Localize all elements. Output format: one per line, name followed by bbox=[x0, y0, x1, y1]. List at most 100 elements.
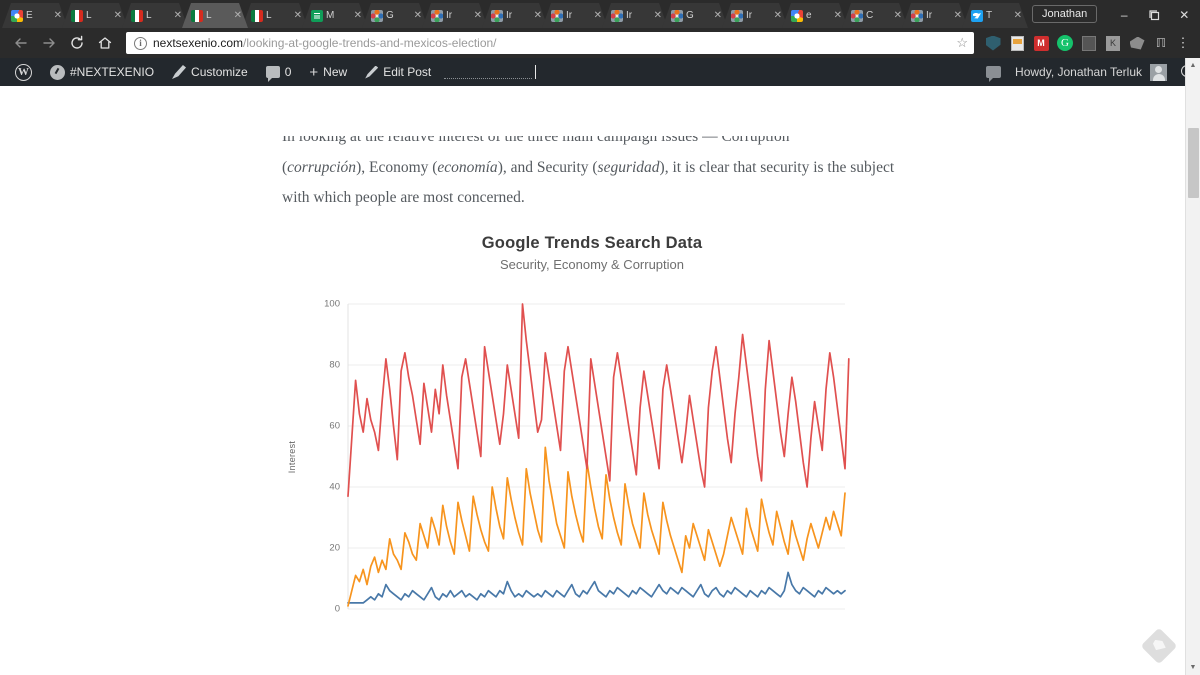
browser-tab[interactable]: Ir ✕ bbox=[902, 3, 968, 28]
close-button[interactable]: ✕ bbox=[1169, 2, 1199, 28]
tab-strip: E ✕ L ✕ L ✕ L ✕ L ✕ M ✕ G ✕ Ir ✕ Ir ✕ Ir ✕ Ir ✕ G ✕ Ir ✕ e ✕ C ✕ Ir ✕ T ✕… bbox=[0, 0, 1200, 28]
chrome-menu-icon[interactable]: ⋮ bbox=[1174, 36, 1192, 49]
paragraph-clipped-top: In looking at the relative interest of t… bbox=[282, 136, 790, 145]
k-extension-icon[interactable]: K bbox=[1102, 32, 1124, 54]
pocket-extension-icon[interactable] bbox=[1126, 32, 1148, 54]
google-favicon bbox=[11, 10, 23, 22]
tab-title: e bbox=[806, 10, 812, 21]
grammarly-extension-icon[interactable]: G bbox=[1054, 32, 1076, 54]
browser-tab[interactable]: M ✕ bbox=[302, 3, 368, 28]
scrollbar-thumb[interactable] bbox=[1188, 128, 1199, 198]
avatar[interactable] bbox=[1150, 63, 1167, 81]
paragraph-intro: (corrupción), Economy (economía), and Se… bbox=[282, 153, 904, 213]
reload-icon[interactable] bbox=[64, 30, 90, 56]
plus-icon: + bbox=[309, 63, 319, 81]
pencil-icon bbox=[365, 65, 379, 79]
new-content-menu[interactable]: + New bbox=[300, 58, 356, 86]
close-icon[interactable]: ✕ bbox=[834, 11, 842, 21]
bookmark-star-icon[interactable]: ☆ bbox=[956, 35, 968, 51]
browser-tab[interactable]: L ✕ bbox=[122, 3, 188, 28]
close-icon[interactable]: ✕ bbox=[354, 11, 362, 21]
series-line-security bbox=[347, 303, 850, 498]
browser-tab[interactable]: L ✕ bbox=[242, 3, 308, 28]
flower-favicon bbox=[911, 10, 923, 22]
browser-tab[interactable]: E ✕ bbox=[2, 3, 68, 28]
brush-icon bbox=[172, 65, 187, 79]
new-label: New bbox=[323, 65, 348, 79]
restore-button[interactable] bbox=[1139, 2, 1169, 28]
close-icon[interactable]: ✕ bbox=[474, 11, 482, 21]
browser-tab[interactable]: Ir ✕ bbox=[602, 3, 668, 28]
tab-title: Ir bbox=[446, 10, 453, 21]
flower-favicon bbox=[851, 10, 863, 22]
google-trends-chart: Google Trends Search Data Security, Econ… bbox=[282, 234, 902, 675]
scroll-up-arrow[interactable]: ▲ bbox=[1186, 58, 1200, 73]
profile-chip[interactable]: Jonathan bbox=[1032, 4, 1098, 23]
feedly-badge-icon[interactable] bbox=[1140, 627, 1178, 665]
close-icon[interactable]: ✕ bbox=[594, 11, 602, 21]
wp-logo-menu[interactable]: W bbox=[6, 58, 41, 86]
flower-favicon bbox=[491, 10, 503, 22]
series-line-corruption bbox=[347, 571, 846, 604]
shield-extension-icon[interactable] bbox=[982, 32, 1004, 54]
browser-tab[interactable]: Ir ✕ bbox=[482, 3, 548, 28]
scroll-down-arrow[interactable]: ▼ bbox=[1186, 660, 1200, 675]
browser-tab[interactable]: G ✕ bbox=[362, 3, 428, 28]
back-icon[interactable] bbox=[8, 30, 34, 56]
raindrop-extension-icon[interactable]: ℿ bbox=[1150, 32, 1172, 54]
mexico-flag-favicon bbox=[191, 10, 203, 22]
site-name-menu[interactable]: #NEXTEXENIO bbox=[41, 58, 163, 86]
tab-title: L bbox=[86, 10, 92, 21]
customize-link[interactable]: Customize bbox=[163, 58, 257, 86]
forward-icon[interactable] bbox=[36, 30, 62, 56]
browser-tab[interactable]: L ✕ bbox=[62, 3, 128, 28]
close-icon[interactable]: ✕ bbox=[654, 11, 662, 21]
m-extension-icon[interactable]: M bbox=[1030, 32, 1052, 54]
close-icon[interactable]: ✕ bbox=[1014, 11, 1022, 21]
twitter-favicon bbox=[971, 10, 983, 22]
close-icon[interactable]: ✕ bbox=[894, 11, 902, 21]
browser-tab[interactable]: G ✕ bbox=[662, 3, 728, 28]
tab-title: C bbox=[866, 10, 874, 21]
close-icon[interactable]: ✕ bbox=[174, 11, 182, 21]
close-icon[interactable]: ✕ bbox=[774, 11, 782, 21]
browser-tab[interactable]: Ir ✕ bbox=[542, 3, 608, 28]
tab-title: Ir bbox=[926, 10, 933, 21]
close-icon[interactable]: ✕ bbox=[414, 11, 422, 21]
tab-title: M bbox=[326, 10, 335, 21]
browser-tab[interactable]: Ir ✕ bbox=[722, 3, 788, 28]
admin-bar-right: Howdy, Jonathan Terluk bbox=[986, 63, 1200, 82]
tab-title: Ir bbox=[626, 10, 633, 21]
color-card-extension-icon[interactable] bbox=[1006, 32, 1028, 54]
close-icon[interactable]: ✕ bbox=[534, 11, 542, 21]
page-scrollbar[interactable]: ▲ ▼ bbox=[1185, 58, 1200, 675]
admin-bar-input[interactable] bbox=[444, 65, 537, 79]
home-icon[interactable] bbox=[92, 30, 118, 56]
flower-favicon bbox=[731, 10, 743, 22]
address-bar[interactable]: i nextsexenio.com/looking-at-google-tren… bbox=[126, 32, 974, 54]
browser-tab[interactable]: e ✕ bbox=[782, 3, 848, 28]
close-icon[interactable]: ✕ bbox=[714, 11, 722, 21]
browser-tab[interactable]: Ir ✕ bbox=[422, 3, 488, 28]
site-info-icon[interactable]: i bbox=[134, 36, 147, 50]
flower-favicon bbox=[671, 10, 683, 22]
notification-bubble-icon[interactable] bbox=[986, 66, 1002, 82]
pdf-extension-icon[interactable] bbox=[1078, 32, 1100, 54]
browser-tab[interactable]: T ✕ bbox=[962, 3, 1028, 28]
tab-title: L bbox=[146, 10, 152, 21]
close-icon[interactable]: ✕ bbox=[954, 11, 962, 21]
browser-tab[interactable]: C ✕ bbox=[842, 3, 908, 28]
window-controls: Jonathan – ✕ bbox=[1032, 2, 1200, 28]
close-icon[interactable]: ✕ bbox=[234, 11, 242, 21]
tab-title: G bbox=[686, 10, 694, 21]
close-icon[interactable]: ✕ bbox=[294, 11, 302, 21]
flower-favicon bbox=[431, 10, 443, 22]
tab-title: Ir bbox=[506, 10, 513, 21]
browser-tab[interactable]: L ✕ bbox=[182, 3, 248, 28]
close-icon[interactable]: ✕ bbox=[54, 11, 62, 21]
comments-link[interactable]: 0 bbox=[257, 58, 301, 86]
browser-window: E ✕ L ✕ L ✕ L ✕ L ✕ M ✕ G ✕ Ir ✕ Ir ✕ Ir ✕ Ir ✕ G ✕ Ir ✕ e ✕ C ✕ Ir ✕ T ✕… bbox=[0, 0, 1200, 675]
edit-post-link[interactable]: Edit Post bbox=[356, 58, 440, 86]
minimize-button[interactable]: – bbox=[1109, 2, 1139, 28]
close-icon[interactable]: ✕ bbox=[114, 11, 122, 21]
